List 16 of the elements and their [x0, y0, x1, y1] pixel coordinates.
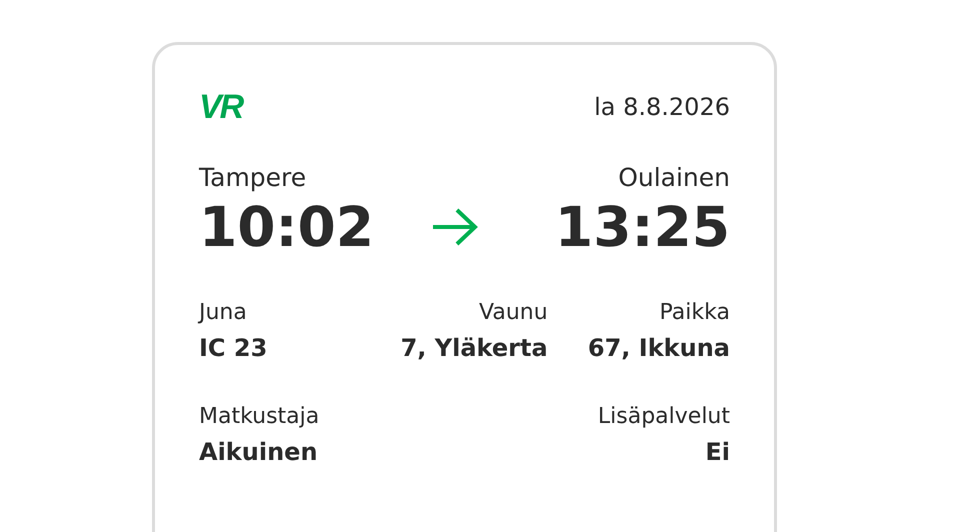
field-label: Paikka — [660, 299, 730, 327]
field-value: IC 23 — [199, 333, 268, 364]
field-value: 7, Yläkerta — [400, 333, 548, 364]
field-label: Juna — [199, 299, 247, 327]
field-value: 67, Ikkuna — [588, 333, 730, 364]
departure-time: 10:02 — [199, 195, 374, 259]
field-label: Matkustaja — [199, 403, 320, 431]
arrival-time: 13:25 — [554, 195, 730, 259]
travel-date: la 8.8.2026 — [594, 92, 730, 123]
field-value: Aikuinen — [199, 437, 318, 468]
field-value: Ei — [705, 437, 730, 468]
field-label: Lisäpalvelut — [598, 403, 730, 431]
logo: VR — [199, 90, 242, 124]
departure-station: Tampere — [199, 162, 308, 194]
arrival-station: Oulainen — [618, 162, 730, 194]
field-label: Vaunu — [479, 299, 548, 327]
